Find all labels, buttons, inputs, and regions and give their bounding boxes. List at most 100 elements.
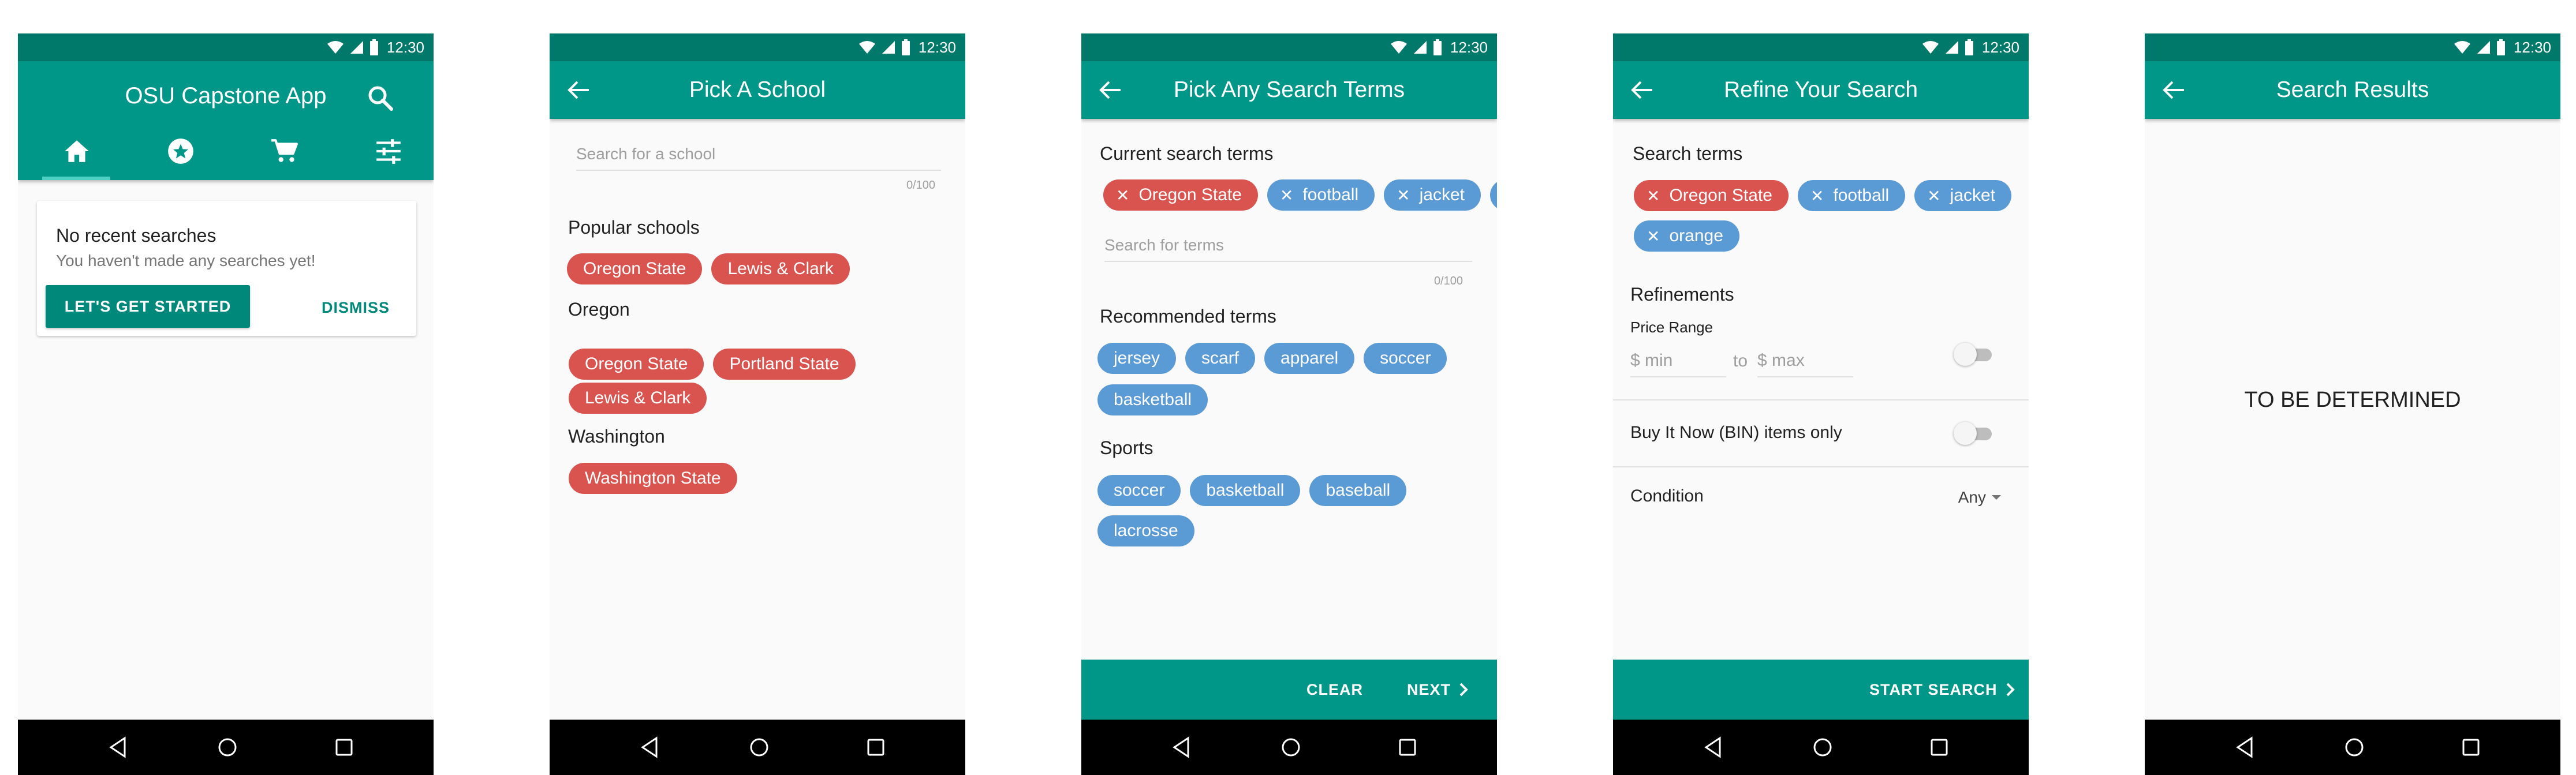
nav-back-button[interactable]: [1701, 736, 1724, 759]
square-recents-icon: [1399, 739, 1416, 756]
term-chip-label: football: [1302, 185, 1359, 204]
battery-icon: [1965, 39, 1973, 55]
next-label: NEXT: [1407, 680, 1451, 698]
term-chip[interactable]: ✕ Oregon State: [1634, 180, 1789, 211]
system-nav-bar: [18, 720, 434, 775]
term-chip[interactable]: ✕ jacket: [1384, 179, 1481, 211]
tab-favorites[interactable]: [129, 122, 233, 180]
nav-home-button[interactable]: [748, 736, 771, 759]
nav-home-button[interactable]: [1279, 736, 1302, 759]
remove-chip-icon[interactable]: ✕: [1810, 186, 1824, 205]
term-chip[interactable]: ✕ jacket: [1914, 180, 2011, 211]
cellular-icon: [2477, 41, 2490, 54]
home-screen: 12:30 OSU Capstone App No recent searche…: [18, 33, 434, 775]
school-chip[interactable]: Oregon State: [567, 253, 703, 284]
cellular-icon: [350, 41, 363, 54]
nav-home-button[interactable]: [2343, 736, 2366, 759]
tab-cart[interactable]: [233, 122, 337, 180]
remove-chip-icon[interactable]: ✕: [1647, 227, 1660, 246]
square-recents-icon: [867, 739, 884, 756]
search-terms-chips-row-1: ✕ Oregon State ✕ football ✕ jacket: [1634, 180, 2011, 211]
term-chip[interactable]: apparel: [1264, 343, 1355, 374]
chevron-right-icon: [1459, 683, 1468, 697]
condition-label: Condition: [1630, 486, 1704, 506]
price-range-toggle[interactable]: [1954, 343, 1995, 366]
term-chip[interactable]: scarf: [1185, 343, 1256, 374]
terms-search-field[interactable]: [1104, 230, 1472, 261]
term-chip[interactable]: ✕ football: [1267, 179, 1375, 211]
school-search-input[interactable]: [576, 138, 941, 171]
nav-home-button[interactable]: [216, 736, 239, 759]
remove-chip-icon[interactable]: ✕: [1116, 186, 1129, 205]
school-chip[interactable]: Washington State: [569, 463, 737, 494]
bin-label: Buy It Now (BIN) items only: [1630, 423, 1842, 442]
nav-back-button[interactable]: [638, 736, 661, 759]
max-price-field[interactable]: $ max: [1757, 346, 1853, 377]
char-counter: 0/100: [906, 179, 935, 192]
system-nav-bar: [2145, 720, 2560, 775]
divider: [1613, 466, 2029, 467]
terms-search-input[interactable]: [1104, 230, 1472, 262]
nav-recents-button[interactable]: [333, 736, 356, 759]
condition-dropdown[interactable]: Any: [1958, 488, 2001, 507]
nav-recents-button[interactable]: [1396, 736, 1419, 759]
search-terms-label: Search terms: [1633, 143, 1743, 164]
school-chip[interactable]: Portland State: [713, 349, 856, 380]
term-chip[interactable]: baseball: [1309, 475, 1407, 506]
nav-recents-button[interactable]: [2459, 736, 2482, 759]
nav-recents-button[interactable]: [864, 736, 887, 759]
remove-chip-icon[interactable]: ✕: [1927, 186, 1940, 205]
nav-home-button[interactable]: [1811, 736, 1834, 759]
cart-icon: [271, 139, 298, 162]
remove-chip-icon[interactable]: ✕: [1647, 186, 1660, 205]
tab-home[interactable]: [25, 122, 129, 180]
recommended-chips-row-1: jersey scarf apparel soccer: [1097, 343, 1447, 374]
nav-recents-button[interactable]: [1928, 736, 1951, 759]
remove-chip-icon[interactable]: ✕: [1397, 186, 1410, 205]
school-chip[interactable]: Oregon State: [569, 349, 704, 380]
card-title: No recent searches: [56, 225, 216, 246]
min-price-field[interactable]: $ min: [1630, 346, 1726, 377]
school-search-field[interactable]: [576, 138, 941, 170]
term-chip[interactable]: soccer: [1364, 343, 1447, 374]
school-chip[interactable]: Lewis & Clark: [569, 383, 707, 414]
app-bar: Search Results: [2145, 61, 2560, 119]
oregon-chips-row-1: Oregon State Portland State: [569, 349, 856, 380]
clear-button[interactable]: CLEAR: [1306, 660, 1363, 720]
nav-back-button[interactable]: [106, 736, 129, 759]
next-button[interactable]: NEXT: [1407, 660, 1468, 720]
status-time: 12:30: [1450, 38, 1488, 56]
tab-filters[interactable]: [337, 122, 434, 180]
bin-toggle[interactable]: [1954, 422, 1995, 445]
tab-bar: [18, 122, 434, 180]
nav-back-button[interactable]: [2233, 736, 2256, 759]
term-chip[interactable]: ✕ orange: [1634, 220, 1739, 252]
school-chip[interactable]: Lewis & Clark: [711, 253, 850, 284]
term-chip[interactable]: ✕ football: [1797, 180, 1906, 211]
get-started-button[interactable]: LET'S GET STARTED: [46, 285, 250, 328]
term-chip-overflow[interactable]: [1489, 179, 1497, 211]
status-time: 12:30: [1981, 38, 2019, 56]
empty-state-card: No recent searches You haven't made any …: [37, 201, 416, 336]
start-search-button[interactable]: START SEARCH: [1869, 660, 2015, 720]
remove-chip-icon[interactable]: ✕: [1280, 186, 1293, 205]
status-bar: 12:30: [18, 33, 434, 61]
term-chip[interactable]: soccer: [1097, 475, 1181, 506]
term-chip[interactable]: lacrosse: [1097, 515, 1194, 546]
search-icon[interactable]: [367, 84, 394, 112]
triangle-back-icon: [2236, 736, 2253, 758]
sports-label: Sports: [1100, 437, 1153, 458]
search-terms-screen: 12:30 Pick Any Search Terms Current sear…: [1081, 33, 1497, 775]
price-range-label: Price Range: [1630, 319, 1713, 336]
term-chip[interactable]: basketball: [1097, 384, 1208, 415]
status-bar: 12:30: [550, 33, 965, 61]
term-chip[interactable]: basketball: [1190, 475, 1301, 506]
app-bar: Refine Your Search: [1613, 61, 2029, 119]
term-chip[interactable]: ✕ Oregon State: [1103, 179, 1258, 211]
dismiss-button[interactable]: DISMISS: [322, 299, 390, 317]
term-chip[interactable]: jersey: [1097, 343, 1177, 374]
cellular-icon: [1945, 41, 1958, 54]
nav-back-button[interactable]: [1170, 736, 1193, 759]
triangle-back-icon: [641, 736, 658, 758]
start-search-label: START SEARCH: [1869, 680, 1998, 698]
